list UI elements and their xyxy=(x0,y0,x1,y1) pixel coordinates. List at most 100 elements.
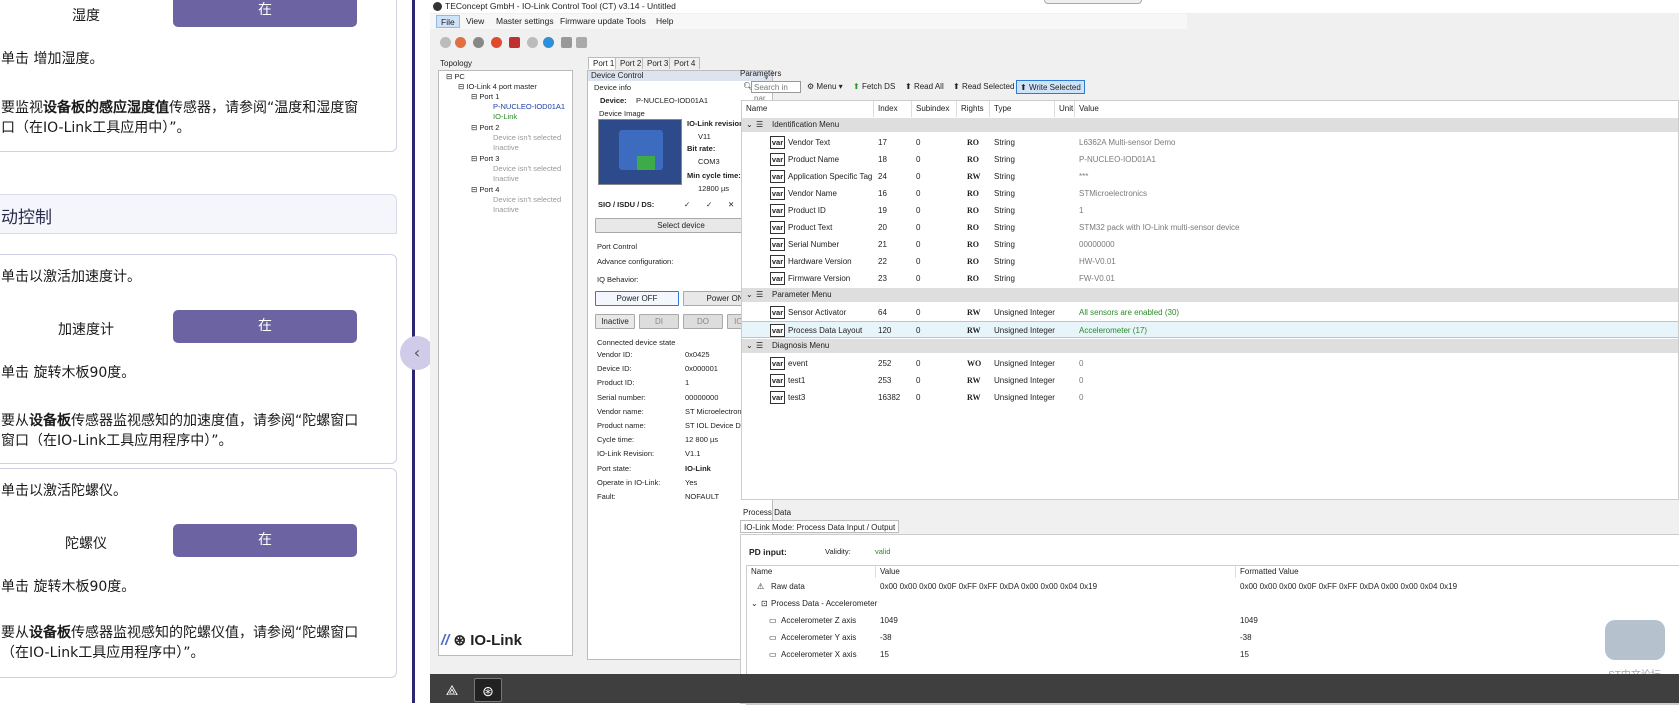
variable-icon: var xyxy=(770,255,785,268)
param-name: Firmware Version xyxy=(788,274,851,283)
parameter-row[interactable]: var test1 253 0 RW Unsigned Integer 0 xyxy=(742,372,1678,389)
parameter-row[interactable]: var Process Data Layout 120 0 RW Unsigned Int… xyxy=(742,321,1678,338)
pd-name: Accelerometer Z axis xyxy=(781,616,857,625)
pd-data-row[interactable]: ▭ Accelerometer Z axis 1049 1049 xyxy=(747,612,1679,629)
tab-port-4[interactable]: Port 4 xyxy=(669,57,701,69)
param-name: Sensor Activator xyxy=(788,308,847,317)
device-icon[interactable] xyxy=(509,37,520,48)
info-icon[interactable] xyxy=(527,37,538,48)
pause-icon[interactable] xyxy=(543,37,554,48)
col-name[interactable]: Name xyxy=(742,101,874,117)
parameter-group-row[interactable]: ⌄ ☰ Parameter Menu xyxy=(742,288,1678,302)
param-type: String xyxy=(994,257,1015,266)
chevron-down-icon[interactable]: ⌄ xyxy=(746,339,753,353)
pd-col-value[interactable]: Value xyxy=(876,566,1236,578)
col-type[interactable]: Type xyxy=(990,101,1055,117)
tree-port-2[interactable]: ⊟ Port 2 xyxy=(471,123,499,132)
menu-help[interactable]: Help xyxy=(652,15,677,28)
accelerometer-on-button[interactable]: 在 xyxy=(173,310,357,343)
param-subindex: 0 xyxy=(916,274,921,283)
state-key: Product name: xyxy=(597,421,646,430)
pd-group-row[interactable]: ⌄ ⊡ Process Data - Accelerometer xyxy=(747,595,1679,612)
pd-data-row[interactable]: ▭ Accelerometer Y axis -38 -38 xyxy=(747,629,1679,646)
tree-port-4[interactable]: ⊟ Port 4 xyxy=(471,185,499,194)
parameter-row[interactable]: var Vendor Name 16 0 RO String STMicroelectron… xyxy=(742,185,1678,202)
collapse-panel-button[interactable]: ‹ xyxy=(400,336,434,370)
variable-icon: var xyxy=(770,221,785,234)
tree-port-1-device[interactable]: P-NUCLEO-IOD01A1 xyxy=(493,102,565,111)
tree-port-3[interactable]: ⊟ Port 3 xyxy=(471,154,499,163)
read-all-button[interactable]: ⬆ Read All xyxy=(902,80,947,94)
param-index: 24 xyxy=(878,172,887,181)
pd-raw-row[interactable]: ⚠ Raw data 0x00 0x00 0x00 0x0F 0xFF 0xFF… xyxy=(747,578,1679,595)
connect-icon[interactable] xyxy=(440,37,451,48)
export-icon[interactable] xyxy=(576,37,587,48)
power-off-button[interactable]: Power OFF xyxy=(595,291,679,306)
parameter-row[interactable]: var Vendor Text 17 0 RO String L6362A Multi-se… xyxy=(742,134,1678,151)
param-index: 253 xyxy=(878,376,892,385)
tree-pc[interactable]: ⊟ PC xyxy=(446,72,465,81)
parameter-search-input[interactable]: Search in par xyxy=(751,81,801,103)
parameter-row[interactable]: var Product ID 19 0 RO String 1 xyxy=(742,202,1678,219)
menu-tools[interactable]: Tools xyxy=(622,15,650,28)
mode-inactive-button[interactable]: Inactive xyxy=(595,314,635,329)
write-selected-button[interactable]: ⬆ Write Selected xyxy=(1016,80,1085,94)
param-value: FW-V0.01 xyxy=(1079,274,1115,283)
col-rights[interactable]: Rights xyxy=(957,101,990,117)
pd-col-name[interactable]: Name xyxy=(747,566,876,578)
parameter-row[interactable]: var Application Specific Tag 24 0 RW String **… xyxy=(742,168,1678,185)
col-index[interactable]: Index xyxy=(874,101,912,117)
tree-master[interactable]: ⊟ IO-Link 4 port master xyxy=(458,82,537,91)
group-name: Diagnosis Menu xyxy=(772,341,830,350)
parameter-group-row[interactable]: ⌄ ☰ Diagnosis Menu xyxy=(742,339,1678,353)
taskbar-iolink-icon[interactable]: ⊛ xyxy=(474,678,502,702)
chevron-down-icon[interactable]: ⌄ xyxy=(751,595,758,612)
window-controls[interactable] xyxy=(1044,0,1142,4)
parameter-row[interactable]: var event 252 0 WO Unsigned Integer 0 xyxy=(742,355,1678,372)
parameter-row[interactable]: var test3 16382 0 RW Unsigned Integer 0 xyxy=(742,389,1678,406)
param-rights: RO xyxy=(967,274,979,283)
record-icon[interactable] xyxy=(455,37,466,48)
parameter-row[interactable]: var Sensor Activator 64 0 RW Unsigned Integer… xyxy=(742,304,1678,321)
menu-bar: File View Master settings Firmware updat… xyxy=(430,14,1187,29)
tool-icon[interactable] xyxy=(561,37,572,48)
fetch-ds-button[interactable]: ⬆ Fetch DS xyxy=(850,80,898,94)
stop-icon[interactable] xyxy=(491,37,502,48)
pd-input-label: PD input: xyxy=(749,547,787,557)
parameter-row[interactable]: var Firmware Version 23 0 RO String FW-V0.01 xyxy=(742,270,1678,287)
menu-dropdown-button[interactable]: ⚙ Menu ▾ xyxy=(804,80,846,94)
menu-file[interactable]: File xyxy=(436,15,460,28)
tree-port-1[interactable]: ⊟ Port 1 xyxy=(471,92,499,101)
settings-icon[interactable] xyxy=(473,37,484,48)
pd-data-row[interactable]: ▭ Accelerometer X axis 15 15 xyxy=(747,646,1679,663)
menu-master-settings[interactable]: Master settings xyxy=(492,15,558,28)
parameter-row[interactable]: var Hardware Version 22 0 RO String HW-V0.01 xyxy=(742,253,1678,270)
min-cycle-value: 12800 µs xyxy=(698,184,730,193)
chevron-down-icon[interactable]: ⌄ xyxy=(746,288,753,302)
accel-step-1: 单击以激活加速度计。 xyxy=(1,269,141,285)
humidity-label: 湿度 xyxy=(72,8,100,24)
pd-col-formatted[interactable]: Formatted Value xyxy=(1236,566,1676,578)
parameter-row[interactable]: var Serial Number 21 0 RO String 00000000 xyxy=(742,236,1678,253)
param-type: Unsigned Integer xyxy=(994,308,1055,317)
mode-do-button[interactable]: DO xyxy=(683,314,723,329)
menu-firmware-update[interactable]: Firmware update xyxy=(556,15,628,28)
menu-view[interactable]: View xyxy=(462,15,488,28)
param-name: Application Specific Tag xyxy=(788,172,873,181)
app-icon xyxy=(433,2,442,11)
state-key: Vendor ID: xyxy=(597,350,633,359)
parameter-row[interactable]: var Product Name 18 0 RO String P-NUCLEO-IOD01… xyxy=(742,151,1678,168)
chevron-down-icon[interactable]: ⌄ xyxy=(746,118,753,132)
state-key: Product ID: xyxy=(597,378,635,388)
gyroscope-on-button[interactable]: 在 xyxy=(173,524,357,557)
taskbar-app-icon[interactable]: ⟁ xyxy=(438,678,466,702)
read-selected-button[interactable]: ⬆ Read Selected xyxy=(950,80,1017,94)
col-unit[interactable]: Unit xyxy=(1055,101,1075,117)
parameter-row[interactable]: var Product Text 20 0 RO String STM32 pack wit… xyxy=(742,219,1678,236)
col-value[interactable]: Value xyxy=(1075,101,1675,117)
humidity-on-button[interactable]: 在 xyxy=(173,0,357,27)
parameter-group-row[interactable]: ⌄ ☰ Identification Menu xyxy=(742,118,1678,132)
col-subindex[interactable]: Subindex xyxy=(912,101,957,117)
process-data-mode-tab[interactable]: IO-Link Mode: Process Data Input / Outpu… xyxy=(740,520,900,533)
mode-di-button[interactable]: DI xyxy=(639,314,679,329)
